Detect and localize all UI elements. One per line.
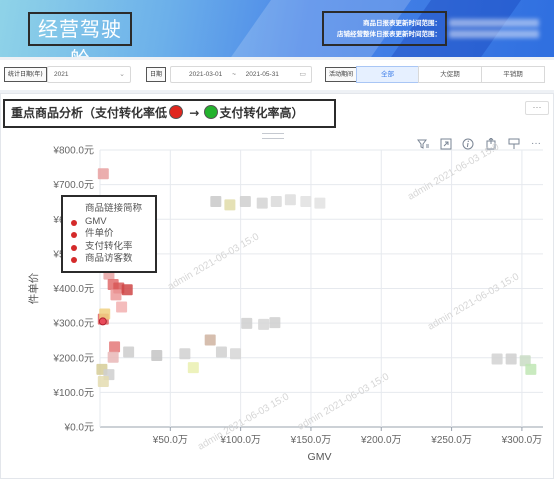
data-point (284, 194, 296, 206)
x-tick-label: ¥150.0万 (290, 435, 332, 446)
legend-dot (71, 244, 77, 251)
data-point (109, 341, 121, 353)
data-point (491, 353, 503, 365)
data-point (314, 197, 326, 209)
x-tick-label: ¥250.0万 (430, 435, 472, 446)
legend-label: 商品访客数 (85, 253, 133, 264)
legend-label: 商品链接简称 (85, 203, 143, 214)
y-tick-label: ¥300.0元 (52, 319, 94, 330)
legend-label: GMV (85, 215, 107, 227)
y-tick-label: ¥400.0元 (52, 284, 94, 295)
data-point (187, 362, 199, 374)
y-tick-label: ¥100.0元 (52, 388, 94, 399)
data-point (99, 308, 111, 320)
data-point (224, 199, 236, 211)
legend-item[interactable]: 商品访客数 (69, 253, 155, 266)
data-point (230, 348, 242, 360)
data-point (215, 346, 227, 358)
x-tick-label: ¥200.0万 (360, 435, 402, 446)
data-point (123, 346, 135, 358)
watermark-text: admin 2021-06-03 15:0 (296, 371, 391, 432)
data-point (97, 375, 109, 387)
legend-item[interactable]: 支付转化率 (69, 241, 155, 254)
data-point (300, 195, 312, 207)
data-point (121, 284, 133, 296)
x-tick-label: ¥50.0万 (152, 435, 188, 446)
legend-item[interactable]: 商品链接简称 (69, 203, 155, 216)
data-point (269, 317, 281, 329)
data-point (258, 318, 270, 330)
legend-item[interactable]: GMV (69, 216, 155, 229)
y-tick-label: ¥0.0元 (64, 423, 94, 434)
data-point (179, 348, 191, 360)
data-point (505, 353, 517, 365)
legend-label: 件单价 (85, 228, 114, 239)
watermark-text: admin 2021-06-03 15:0 (166, 231, 261, 292)
data-point (110, 289, 122, 301)
data-point (239, 195, 251, 207)
x-tick-label: ¥300.0万 (501, 435, 543, 446)
data-point (151, 350, 163, 362)
y-axis-label: 件单价 (28, 272, 40, 304)
chart-legend: 商品链接简称 GMV 件单价 支付转化率 商品访客数 (61, 195, 157, 273)
data-point (204, 334, 216, 346)
y-tick-label: ¥200.0元 (52, 353, 94, 364)
data-point (241, 317, 253, 329)
data-point (107, 351, 119, 363)
legend-item[interactable]: 件单价 (69, 228, 155, 241)
legend-dot (71, 219, 77, 226)
legend-dot (71, 257, 77, 263)
legend-dot (71, 232, 77, 238)
data-point (210, 195, 222, 207)
data-point (116, 301, 128, 313)
x-axis-label: GMV (308, 451, 332, 463)
data-point (270, 195, 282, 207)
y-tick-label: ¥700.0元 (52, 180, 94, 191)
data-point (525, 363, 537, 375)
highlighted-point (98, 317, 107, 326)
data-point (97, 168, 109, 180)
data-point (256, 197, 268, 209)
y-tick-label: ¥800.0元 (52, 146, 94, 157)
legend-label: 支付转化率 (85, 240, 133, 252)
